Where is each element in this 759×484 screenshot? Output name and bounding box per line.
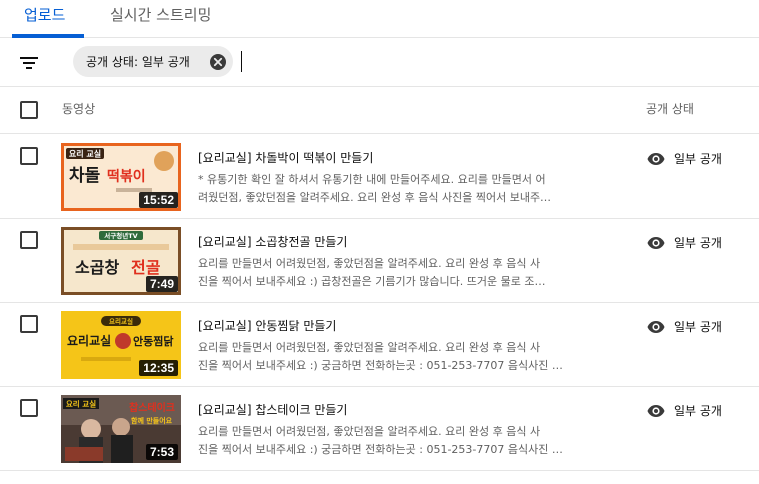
filter-input-caret[interactable] [241, 51, 242, 72]
video-thumbnail[interactable]: 요리 교실 차돌 떡볶이 15:52 [61, 143, 181, 211]
visibility-label: 일부 공개 [674, 320, 722, 334]
column-header-video[interactable]: 동영상 [62, 100, 95, 117]
select-all-checkbox[interactable] [20, 101, 38, 119]
thumbnail-title-text: 안동찜닭 [133, 334, 173, 348]
eye-icon [647, 151, 665, 165]
row-checkbox[interactable] [20, 315, 38, 333]
description-line: 진을 찍어서 보내주세요 :) 궁금하면 전화하는곳 : 051-253-770… [198, 443, 563, 456]
thumbnail-title-text: 요리교실 [67, 333, 111, 348]
tab-bar: 업로드 실시간 스트리밍 [0, 0, 759, 38]
video-duration: 7:49 [145, 276, 178, 292]
filter-lines-icon[interactable] [19, 55, 39, 71]
thumbnail-title-text: 함께 만들어요 [131, 416, 173, 425]
row-checkbox[interactable] [20, 231, 38, 249]
description-line: 요리를 만들면서 어려웠던점, 좋았던점을 알려주세요. 요리 완성 후 음식 … [198, 425, 541, 438]
eye-icon [647, 235, 665, 249]
thumbnail-badge-text: 요리 교실 [69, 149, 101, 159]
table-row[interactable]: 요리 교실 차돌 떡볶이 15:52 [요리교실] 차돌박이 떡볶이 만들기 *… [0, 135, 759, 219]
video-title[interactable]: [요리교실] 소곱창전골 만들기 [198, 233, 347, 250]
video-thumbnail[interactable]: 요리교실 요리교실 안동찜닭 12:35 [61, 311, 181, 379]
table-row[interactable]: 요리 교실 찹스테이크 함께 만들어요 7:53 [요리교실] 찹스테이크 만들… [0, 387, 759, 471]
thumbnail-title-text: 떡볶이 [107, 168, 146, 185]
video-title[interactable]: [요리교실] 차돌박이 떡볶이 만들기 [198, 149, 373, 166]
row-checkbox[interactable] [20, 147, 38, 165]
filter-bar: 공개 상태: 일부 공개 [0, 39, 759, 87]
visibility-label: 일부 공개 [674, 404, 722, 418]
video-thumbnail[interactable]: 요리 교실 찹스테이크 함께 만들어요 7:53 [61, 395, 181, 463]
filter-chip-label: 공개 상태: 일부 공개 [86, 55, 190, 69]
description-line: * 유통기한 확인 잘 하셔서 유통기한 내에 만들어주세요. 요리를 만들면서… [198, 173, 546, 186]
visibility-label: 일부 공개 [674, 152, 722, 166]
thumbnail-badge-text: 요리 교실 [66, 399, 96, 409]
tab-live-streaming[interactable]: 실시간 스트리밍 [110, 4, 211, 25]
description-line: 진을 찍어서 보내주세요 :) 궁금하면 전화하는곳 : 051-253-770… [198, 359, 563, 372]
thumbnail-title-text: 전골 [131, 258, 161, 277]
video-duration: 12:35 [139, 360, 178, 376]
thumbnail-title-text: 차돌 [69, 166, 101, 186]
video-title[interactable]: [요리교실] 찹스테이크 만들기 [198, 401, 347, 418]
close-circle-icon[interactable] [209, 53, 227, 71]
thumbnail-badge-text: 요리교실 [109, 317, 133, 326]
visibility-label: 일부 공개 [674, 236, 722, 250]
table-row[interactable]: 요리교실 요리교실 안동찜닭 12:35 [요리교실] 안동찜닭 만들기 요리를… [0, 303, 759, 387]
video-thumbnail[interactable]: 서구청년TV 소곱창 전골 7:49 [61, 227, 181, 295]
thumbnail-badge-text: 서구청년TV [104, 231, 137, 240]
table-row[interactable]: 서구청년TV 소곱창 전골 7:49 [요리교실] 소곱창전골 만들기 요리를 … [0, 219, 759, 303]
tab-uploads[interactable]: 업로드 [24, 4, 65, 25]
eye-icon [647, 403, 665, 417]
video-description: * 유통기한 확인 잘 하셔서 유통기한 내에 만들어주세요. 요리를 만들면서… [198, 171, 606, 207]
row-checkbox[interactable] [20, 399, 38, 417]
description-line: 려웠던점, 좋았던점을 알려주세요. 요리 완성 후 음식 사진을 찍어서 보내… [198, 191, 552, 204]
thumbnail-title-text: 소곱창 [75, 258, 119, 277]
filter-chip-visibility[interactable]: 공개 상태: 일부 공개 [73, 46, 233, 77]
video-description: 요리를 만들면서 어려웠던점, 좋았던점을 알려주세요. 요리 완성 후 음식 … [198, 423, 606, 459]
video-title[interactable]: [요리교실] 안동찜닭 만들기 [198, 317, 336, 334]
table-header: 동영상 공개 상태 [0, 88, 759, 134]
description-line: 요리를 만들면서 어려웠던점, 좋았던점을 알려주세요. 요리 완성 후 음식 … [198, 341, 541, 354]
video-duration: 15:52 [139, 192, 178, 208]
thumbnail-title-text: 찹스테이크 [129, 401, 175, 414]
description-line: 진을 찍어서 보내주세요 :) 곱창전골은 기름기가 많습니다. 뜨거운 물로 … [198, 275, 546, 288]
video-duration: 7:53 [145, 444, 178, 460]
column-header-visibility[interactable]: 공개 상태 [646, 100, 694, 117]
video-description: 요리를 만들면서 어려웠던점, 좋았던점을 알려주세요. 요리 완성 후 음식 … [198, 339, 606, 375]
video-description: 요리를 만들면서 어려웠던점, 좋았던점을 알려주세요. 요리 완성 후 음식 … [198, 255, 606, 291]
eye-icon [647, 319, 665, 333]
description-line: 요리를 만들면서 어려웠던점, 좋았던점을 알려주세요. 요리 완성 후 음식 … [198, 257, 541, 270]
active-tab-indicator [12, 34, 84, 38]
